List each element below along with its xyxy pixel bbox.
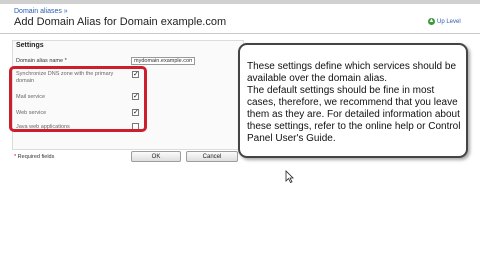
up-arrow-icon: ▲ [428,18,435,25]
callout-text-1: These settings define which services sho… [247,61,457,84]
page-title: Add Domain Alias for Domain example.com [14,16,227,28]
ok-button[interactable]: OK [131,151,181,162]
mouse-pointer-icon [285,170,294,183]
alias-name-input[interactable] [131,57,195,65]
help-callout: These settings define which services sho… [238,43,468,158]
alias-name-label: Domain alias name * [16,58,67,64]
settings-legend: Settings [16,42,44,49]
cancel-button[interactable]: Cancel [186,151,238,162]
top-bar [0,0,480,4]
required-fields-note: * Required fields [14,154,54,160]
highlight-box [9,66,147,132]
up-level-label: Up Level [437,18,461,25]
page: Domain aliases » Add Domain Alias for Do… [0,0,480,270]
required-fields-text: Required fields [17,154,55,160]
title-divider [0,33,480,34]
callout-text-2: The default settings should be fine in m… [247,85,461,144]
breadcrumb[interactable]: Domain aliases » [14,8,68,15]
up-level-link[interactable]: ▲ Up Level [428,18,461,25]
required-star: * [14,154,17,160]
